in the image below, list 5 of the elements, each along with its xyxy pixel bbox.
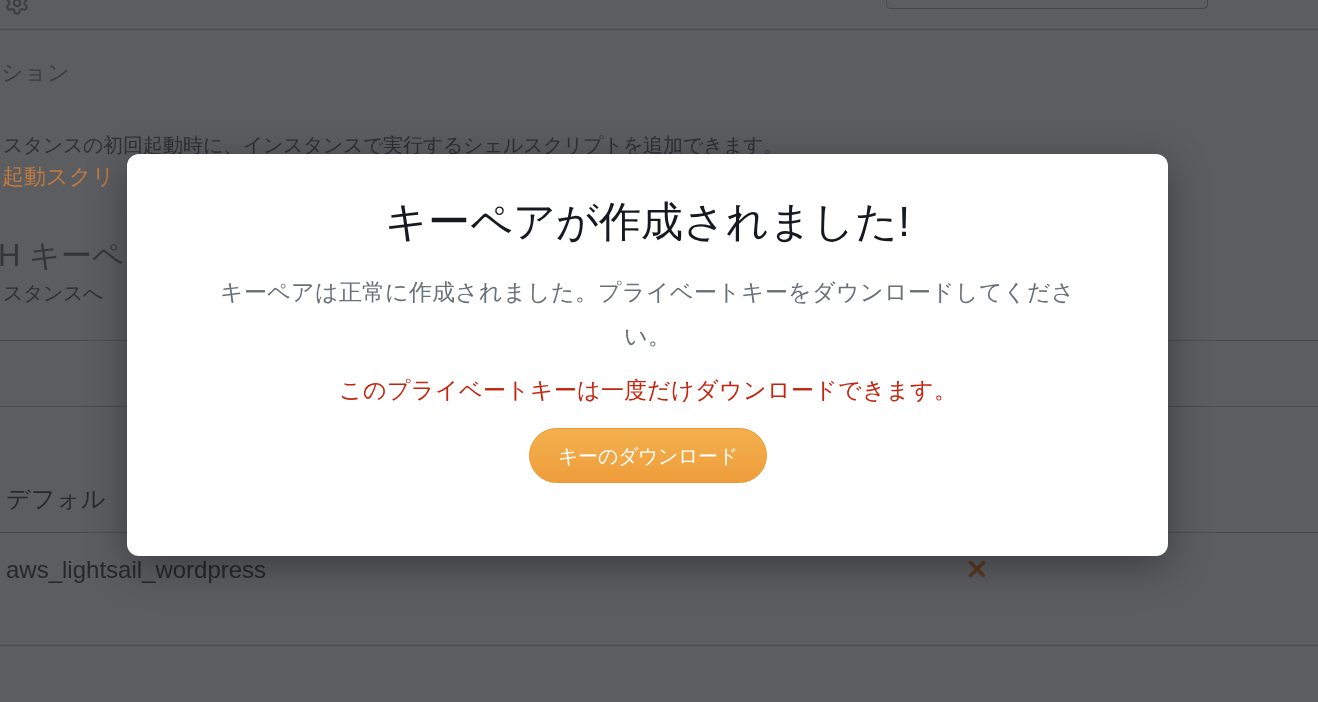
dialog-message: キーペアは正常に作成されました。プライベートキーをダウンロードしてください。 (219, 278, 1076, 351)
warning-text: このプライベートキーは一度だけダウンロードできます。 (338, 376, 957, 405)
dialog-title: キーペアが作成されました! (385, 197, 910, 247)
launch-script-link[interactable]: 起動スクリ (0, 162, 115, 192)
download-key-button[interactable]: キーのダウンロード (528, 428, 767, 483)
